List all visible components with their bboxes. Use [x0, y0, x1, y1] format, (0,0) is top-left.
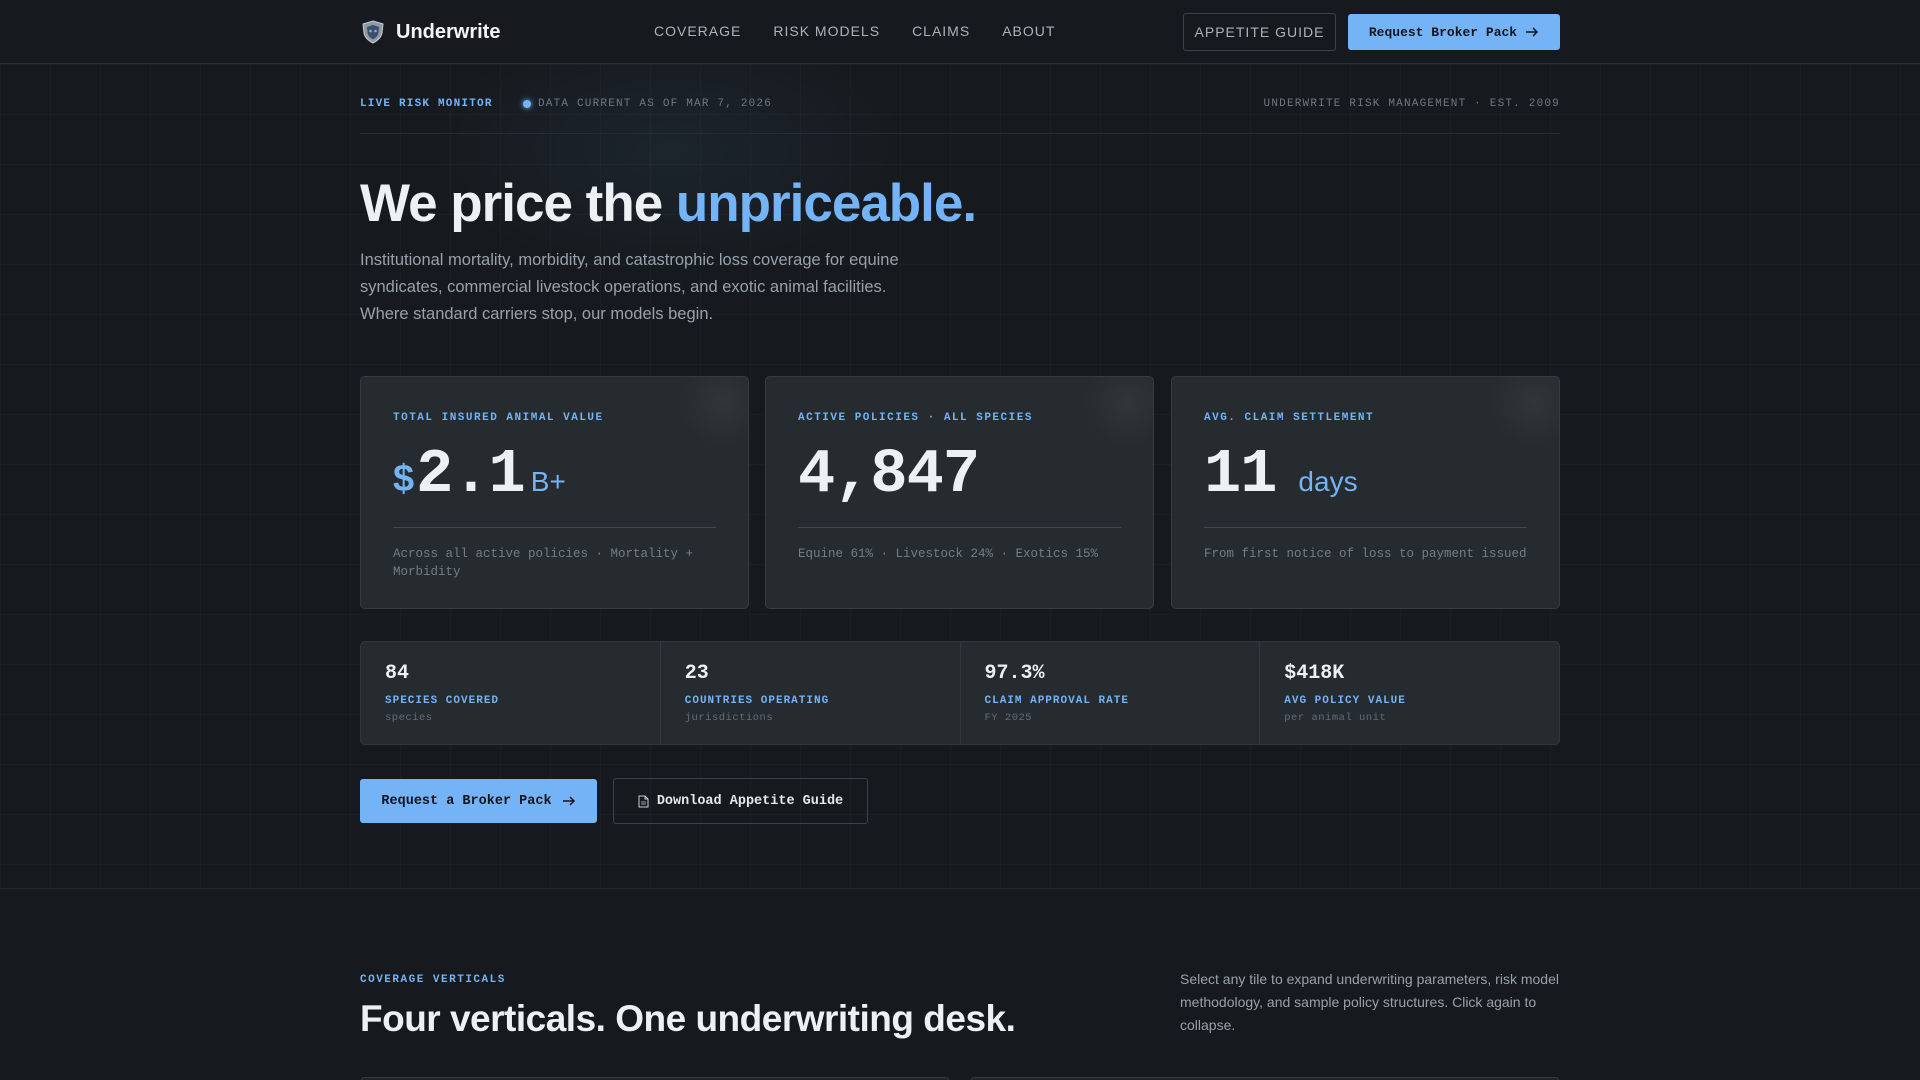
metric-card-insured-value: TOTAL INSURED ANIMAL VALUE $ 2.1 B+ Acro… — [360, 376, 749, 609]
top-nav: Underwrite COVERAGE RISK MODELS CLAIMS A… — [0, 0, 1920, 64]
metric-card-claim-settlement: AVG. CLAIM SETTLEMENT 11 days From first… — [1171, 376, 1560, 609]
brand-name: Underwrite — [396, 20, 501, 43]
metric-card-note: From first notice of loss to payment iss… — [1204, 547, 1527, 561]
nav-link-risk-models[interactable]: RISK MODELS — [773, 23, 880, 39]
request-broker-pack-label: Request Broker Pack — [1368, 24, 1518, 40]
stat-value: 23 — [684, 662, 709, 685]
metric-card-label: ACTIVE POLICIES · ALL SPECIES — [798, 412, 1033, 424]
stat-avg-policy-value: $418K AVG POLICY VALUE per animal unit — [1260, 642, 1559, 744]
metric-card-number: 4,847 — [798, 439, 980, 510]
download-appetite-guide-label: Download Appetite Guide — [656, 793, 844, 809]
hero-title: We price the unpriceable. — [360, 173, 977, 234]
stat-label: AVG POLICY VALUE — [1284, 695, 1406, 707]
status-bar: LIVE RISK MONITOR DATA CURRENT AS OF MAR… — [360, 94, 1560, 134]
request-broker-pack-cta[interactable]: Request a Broker Pack — [360, 779, 597, 823]
live-risk-monitor-label: LIVE RISK MONITOR — [360, 98, 493, 110]
arrow-right-icon — [562, 796, 575, 806]
arrow-right-icon — [1526, 27, 1539, 37]
metric-card-number: 2.1 — [416, 439, 526, 510]
metric-card-number: 11 — [1204, 439, 1277, 510]
hero-title-plain: We price the — [360, 174, 676, 233]
metric-card-note: Across all active policies · Mortality +… — [393, 547, 694, 579]
appetite-guide-button[interactable]: APPETITE GUIDE — [1183, 13, 1336, 51]
metric-card-divider — [1204, 527, 1527, 528]
data-current-timestamp: DATA CURRENT AS OF MAR 7, 2026 — [538, 98, 773, 110]
metric-card-value: $ 2.1 B+ — [393, 439, 566, 510]
stats-strip: 84 SPECIES COVERED species 23 COUNTRIES … — [360, 641, 1560, 745]
stat-unit: jurisdictions — [684, 712, 774, 724]
request-broker-pack-button[interactable]: Request Broker Pack — [1348, 14, 1560, 50]
shield-icon — [362, 20, 384, 44]
metric-card-divider — [393, 527, 716, 528]
metric-card-label: AVG. CLAIM SETTLEMENT — [1204, 412, 1375, 424]
hero-title-accent: unpriceable. — [675, 174, 977, 233]
stat-species-covered: 84 SPECIES COVERED species — [361, 642, 661, 744]
company-tagline: UNDERWRITE RISK MANAGEMENT · EST. 2009 — [1263, 98, 1560, 110]
metric-card-note: Equine 61% · Livestock 24% · Exotics 15% — [798, 547, 1099, 561]
metric-card-value: 4,847 — [798, 439, 980, 510]
stat-value: 97.3% — [984, 662, 1045, 685]
request-broker-pack-cta-label: Request a Broker Pack — [381, 793, 552, 809]
coverage-eyebrow: COVERAGE VERTICALS — [360, 974, 506, 986]
metric-card-divider — [798, 527, 1121, 528]
metric-card-suffix: B+ — [530, 466, 566, 497]
download-appetite-guide-button[interactable]: Download Appetite Guide — [613, 778, 868, 824]
metric-card-active-policies: ACTIVE POLICIES · ALL SPECIES 4,847 Equi… — [765, 376, 1154, 609]
section-divider — [0, 888, 1920, 889]
coverage-description: Select any tile to expand underwriting p… — [1180, 971, 1559, 1033]
stat-label: CLAIM APPROVAL RATE — [984, 695, 1129, 707]
coverage-title: Four verticals. One underwriting desk. — [360, 998, 1016, 1039]
stat-value: 84 — [385, 662, 410, 685]
hero-description: Institutional mortality, morbidity, and … — [360, 251, 899, 323]
stat-countries-operating: 23 COUNTRIES OPERATING jurisdictions — [661, 642, 961, 744]
nav-link-claims[interactable]: CLAIMS — [912, 23, 970, 39]
live-dot-icon — [523, 100, 531, 108]
stat-claim-approval-rate: 97.3% CLAIM APPROVAL RATE FY 2025 — [961, 642, 1261, 744]
metric-card-suffix: days — [1298, 466, 1358, 497]
stat-value: $418K — [1284, 662, 1345, 685]
stat-label: COUNTRIES OPERATING — [684, 695, 830, 707]
stat-label: SPECIES COVERED — [385, 695, 500, 707]
brand[interactable]: Underwrite — [360, 19, 500, 45]
stat-unit: species — [385, 712, 433, 724]
nav-link-about[interactable]: ABOUT — [1002, 23, 1055, 39]
metric-card-label: TOTAL INSURED ANIMAL VALUE — [393, 412, 604, 424]
metric-card-value: 11 days — [1204, 439, 1358, 510]
stat-unit: FY 2025 — [984, 712, 1033, 724]
nav-link-coverage[interactable]: COVERAGE — [654, 23, 741, 39]
document-icon — [638, 795, 649, 807]
main-nav: COVERAGE RISK MODELS CLAIMS ABOUT — [654, 23, 1055, 39]
stat-unit: per animal unit — [1284, 712, 1387, 724]
metric-card-prefix: $ — [393, 458, 415, 500]
